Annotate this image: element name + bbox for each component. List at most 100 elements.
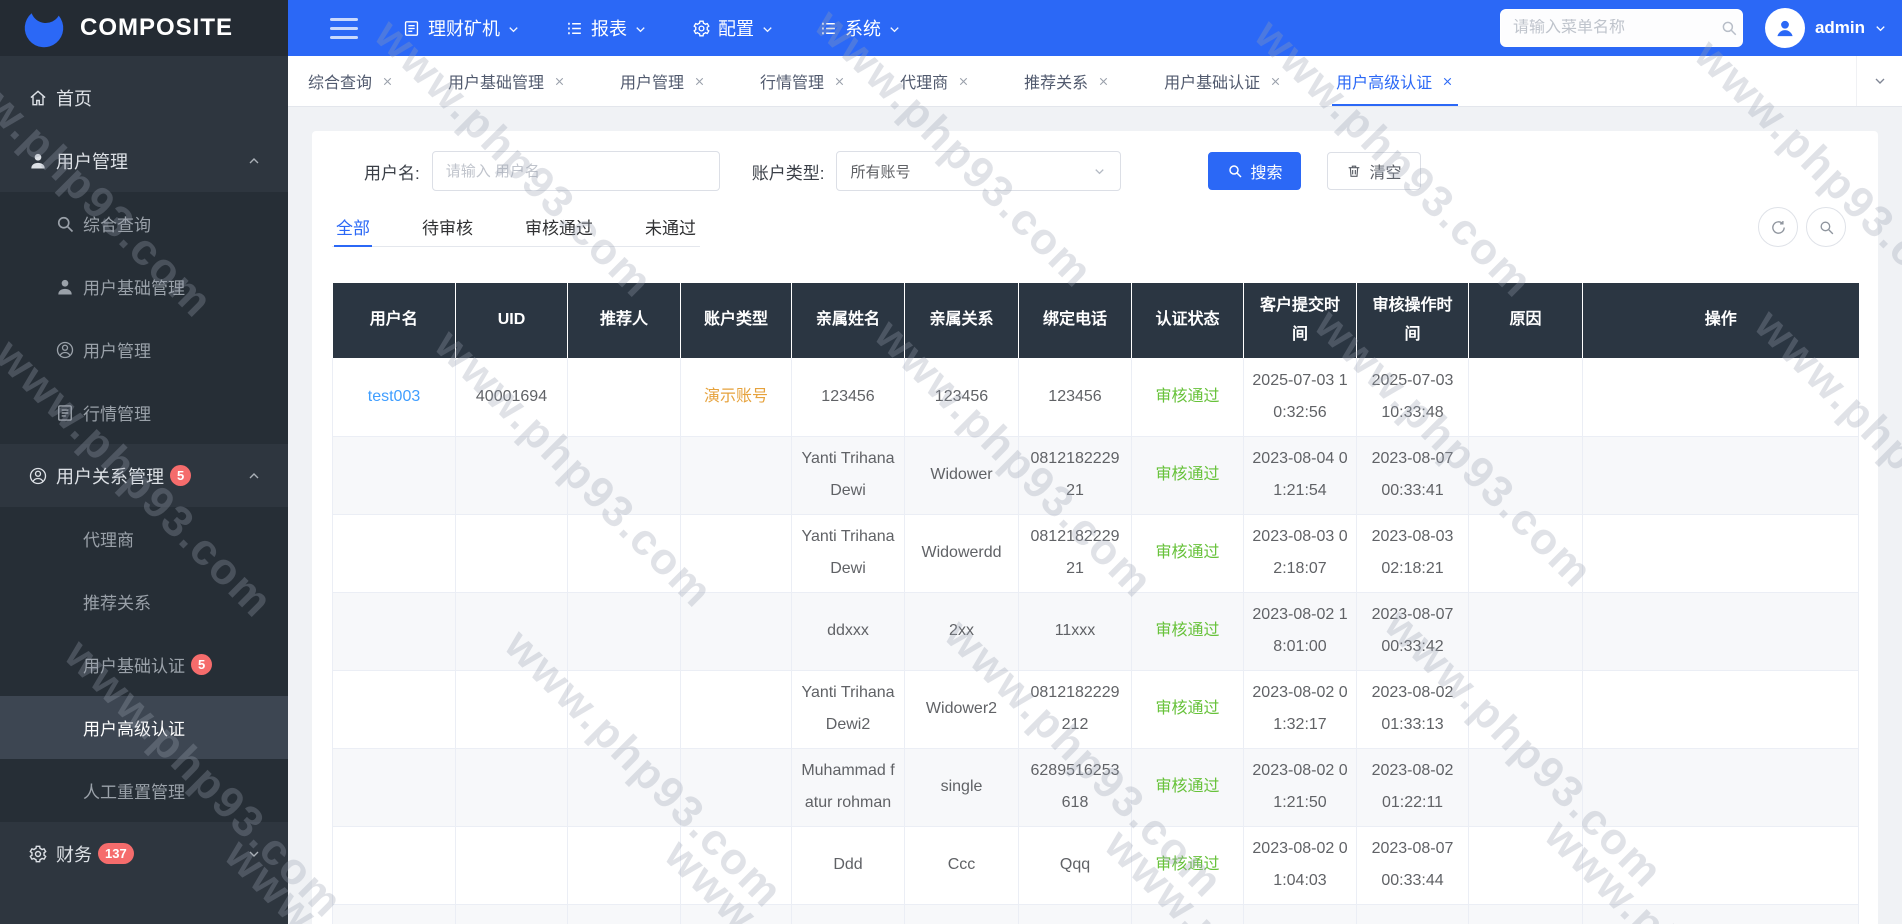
cell-action	[1582, 904, 1859, 924]
cell-submitted-at: 2023-08-02 01:32:17	[1243, 670, 1357, 749]
gear-icon	[692, 19, 711, 38]
sidebar-item-composite-query[interactable]: 综合查询	[0, 192, 288, 255]
cell-relation	[904, 904, 1019, 924]
username-link[interactable]: test003	[368, 388, 420, 405]
cell-username	[332, 826, 456, 905]
cell-phone: Qqq	[1018, 826, 1132, 905]
home-icon	[28, 88, 48, 108]
cell-account-type	[680, 670, 792, 749]
app-root: COMPOSITE 首页 用户管理 综合查询 用户基础管理 用户管理 行情管理 用户关系管理…	[0, 0, 1902, 924]
sidebar-item-finance[interactable]: 财务 137	[0, 822, 288, 885]
sidebar-item-market-management[interactable]: 行情管理	[0, 381, 288, 444]
cell-account-type	[680, 748, 792, 827]
status-tab-rejected[interactable]: 未通过	[643, 207, 698, 246]
sidebar-item-user-basic-auth[interactable]: 用户基础认证 5	[0, 633, 288, 696]
cell-reason	[1468, 358, 1583, 437]
close-icon[interactable]	[833, 75, 846, 88]
cell-uid	[455, 826, 568, 905]
close-icon[interactable]	[1097, 75, 1110, 88]
search-button[interactable]: 搜索	[1208, 152, 1302, 190]
cell-submitted-at: 2023-08-04 01:21:54	[1243, 436, 1357, 515]
sidebar-item-user-management-sub[interactable]: 用户管理	[0, 318, 288, 381]
cell-account-type	[680, 904, 792, 924]
user-circle-icon	[28, 466, 48, 486]
sidebar-item-label: 财务	[56, 844, 92, 865]
tabbar-more-button[interactable]	[1856, 56, 1902, 106]
sidebar-item-agent[interactable]: 代理商	[0, 507, 288, 570]
cell-referrer	[567, 514, 681, 593]
cell-relation: single	[904, 748, 1019, 827]
search-icon[interactable]	[1720, 19, 1738, 37]
cell-audited-at: 2023-08-07 00:33:42	[1356, 592, 1469, 671]
hamburger-menu-icon[interactable]	[330, 17, 358, 39]
tab-composite-query[interactable]: 综合查询	[304, 56, 398, 106]
cell-action	[1582, 748, 1859, 827]
tab-user-basic-management[interactable]: 用户基础管理	[444, 56, 570, 106]
menu-search-input[interactable]	[1512, 19, 1720, 37]
list-icon	[819, 19, 838, 38]
table-row	[332, 904, 1859, 924]
sidebar-item-user-advanced-auth[interactable]: 用户高级认证	[0, 696, 288, 759]
cell-relative-name: Ddd	[791, 826, 905, 905]
close-icon[interactable]	[957, 75, 970, 88]
cell-referrer	[567, 358, 681, 437]
sidebar: COMPOSITE 首页 用户管理 综合查询 用户基础管理 用户管理 行情管理 用户关系管理…	[0, 0, 288, 924]
column-header: 操作	[1582, 283, 1859, 358]
tab-referral-relation[interactable]: 推荐关系	[1020, 56, 1114, 106]
close-icon[interactable]	[693, 75, 706, 88]
column-search-button[interactable]	[1806, 207, 1846, 247]
sidebar-item-label: 用户关系管理	[56, 466, 164, 487]
sidebar-item-label: 人工重置管理	[83, 783, 185, 802]
top-menu-reports[interactable]: 报表	[565, 15, 648, 41]
sidebar-item-manual-reset-management[interactable]: 人工重置管理	[0, 759, 288, 822]
tab-user-management[interactable]: 用户管理	[616, 56, 710, 106]
top-menu-list: 理财矿机 报表 配置 系统	[402, 15, 902, 41]
username-label[interactable]: admin	[1815, 18, 1865, 38]
cell-referrer	[567, 748, 681, 827]
refresh-button[interactable]	[1758, 207, 1798, 247]
sidebar-item-user-basic-management[interactable]: 用户基础管理	[0, 255, 288, 318]
chevron-down-icon[interactable]	[1873, 21, 1888, 36]
sidebar-item-label: 用户管理	[83, 342, 151, 361]
sidebar-item-user-management[interactable]: 用户管理	[0, 129, 288, 192]
status-tab-pending[interactable]: 待审核	[420, 207, 475, 246]
table-header-row: 用户名 UID 推荐人 账户类型 亲属姓名 亲属关系 绑定电话 认证状态 客户提交时间 审核操作时…	[332, 283, 1859, 358]
sidebar-item-user-relation-management[interactable]: 用户关系管理 5	[0, 444, 288, 507]
close-icon[interactable]	[381, 75, 394, 88]
cell-username	[332, 904, 456, 924]
username-field-label: 用户名:	[364, 163, 420, 183]
tab-user-advanced-auth[interactable]: 用户高级认证	[1332, 56, 1459, 106]
top-menu-finance-miner[interactable]: 理财矿机	[402, 15, 521, 41]
close-icon[interactable]	[553, 75, 566, 88]
status-tabs: 全部 待审核 审核通过 未通过	[332, 207, 700, 247]
status-tab-approved[interactable]: 审核通过	[523, 207, 595, 246]
sidebar-item-label: 综合查询	[83, 216, 151, 235]
cell-reason	[1468, 826, 1583, 905]
clear-button[interactable]: 清空	[1327, 152, 1421, 190]
top-menu-system[interactable]: 系统	[819, 15, 902, 41]
column-header: 账户类型	[680, 283, 792, 358]
close-icon[interactable]	[1441, 75, 1454, 88]
search-icon	[1229, 165, 1242, 178]
tab-agent[interactable]: 代理商	[896, 56, 974, 106]
status-tab-all[interactable]: 全部	[334, 207, 372, 247]
cell-uid	[455, 904, 568, 924]
cell-referrer	[567, 904, 681, 924]
close-icon[interactable]	[1269, 75, 1282, 88]
sidebar-item-referral-relation[interactable]: 推荐关系	[0, 570, 288, 633]
cell-username	[332, 670, 456, 749]
top-menu-configuration[interactable]: 配置	[692, 15, 775, 41]
chevron-down-icon	[760, 21, 775, 36]
cell-username	[332, 436, 456, 515]
avatar[interactable]	[1764, 8, 1805, 48]
menu-search-box	[1499, 9, 1743, 47]
cell-relation: Widowerdd	[904, 514, 1019, 593]
cell-username	[332, 748, 456, 827]
tab-market-management[interactable]: 行情管理	[756, 56, 850, 106]
username-input[interactable]	[431, 151, 720, 191]
sidebar-item-home[interactable]: 首页	[0, 66, 288, 129]
sidebar-item-label: 用户基础认证	[83, 657, 185, 676]
account-type-select[interactable]: 所有账号	[836, 151, 1122, 191]
column-header: 审核操作时间	[1356, 283, 1469, 358]
tab-user-basic-auth[interactable]: 用户基础认证	[1160, 56, 1286, 106]
